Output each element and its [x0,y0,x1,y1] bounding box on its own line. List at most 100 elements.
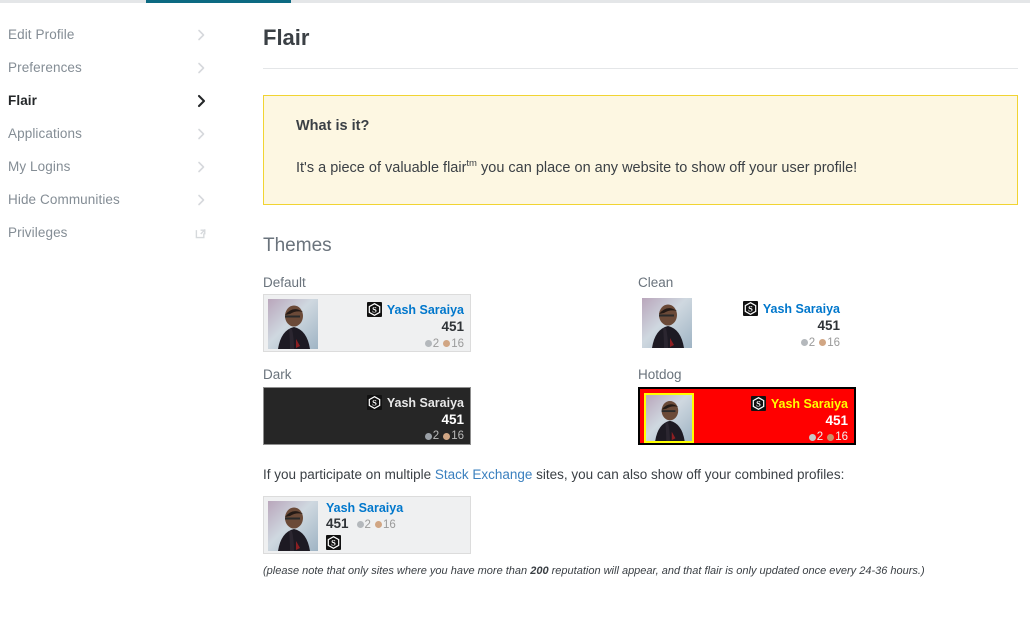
stack-exchange-icon: S [750,396,766,412]
flair-info: S Yash Saraiya 451 2 16 [692,294,846,352]
avatar [268,299,318,350]
bronze-badge-count: 16 [451,337,464,350]
flair-widget-hotdog[interactable]: S Yash Saraiya 451 2 16 [638,387,856,446]
sidebar-item-my-logins[interactable]: My Logins [0,150,222,183]
settings-sidebar: Edit Profile Preferences Flair Applicati… [0,18,222,249]
themes-heading: Themes [263,234,332,256]
flair-widget-combined[interactable]: Yash Saraiya 451 2 16 S [263,495,471,554]
external-link-icon [195,226,208,239]
flair-reputation: 451 [326,515,349,531]
flair-badges: 2 16 [318,338,464,350]
notice-text: It's a piece of valuable flairtm you can… [296,158,985,177]
theme-label: Clean [638,274,674,290]
silver-badge-icon [356,521,364,529]
flair-widget-clean[interactable]: S Yash Saraiya 451 2 16 [638,294,846,353]
silver-badge-icon [808,433,816,441]
theme-default: Default S Yash Saraiya 451 2 16 [263,275,638,353]
stack-exchange-icon: S [742,301,758,317]
sidebar-item-label: Hide Communities [8,192,120,207]
themes-grid: Default S Yash Saraiya 451 2 16 Clean S … [263,274,1020,446]
bronze-badge-count: 16 [827,336,840,349]
chevron-right-icon [194,28,208,42]
sidebar-item-applications[interactable]: Applications [0,117,222,150]
themes-row: Dark S Yash Saraiya 451 2 16 Hotdog S Ya… [263,367,1020,446]
svg-text:S: S [372,305,377,315]
bronze-badge-count: 16 [451,430,464,443]
theme-dark: Dark S Yash Saraiya 451 2 16 [263,368,638,446]
sidebar-item-label: My Logins [8,159,71,174]
flair-badges: 2 16 [694,431,848,443]
silver-badge-icon [800,339,808,347]
avatar [268,500,318,551]
silver-badge-count: 2 [432,337,440,350]
flair-reputation: 451 [825,413,848,429]
chevron-right-icon [194,94,208,108]
bronze-badge-icon [374,521,382,529]
silver-badge-count: 2 [364,518,371,531]
silver-badge-count: 2 [808,336,816,349]
silver-badge-group: 2 [800,336,816,349]
flair-name-line: S Yash Saraiya [692,301,840,317]
flair-username: Yash Saraiya [326,500,404,515]
stack-exchange-icon[interactable]: S [326,534,341,550]
flair-name-line: S Yash Saraiya [694,396,848,412]
bronze-badge-group: 16 [819,337,840,349]
flair-username: Yash Saraiya [386,302,464,317]
bronze-badge-group: 16 [443,430,464,442]
sidebar-item-hide-communities[interactable]: Hide Communities [0,183,222,216]
svg-text:S: S [331,537,336,547]
footnote-before: (please note that only sites where you h… [263,564,531,577]
sidebar-item-flair[interactable]: Flair [0,84,222,117]
footnote-bold: 200 [530,564,549,577]
chevron-right-icon [194,193,208,207]
title-divider [263,68,1018,70]
sidebar-item-label: Privileges [8,225,68,240]
avatar [642,298,692,349]
footnote-after: reputation will appear, and that flair i… [548,564,925,577]
stack-exchange-link[interactable]: Stack Exchange [435,467,533,482]
bronze-badge-group: 16 [827,431,848,443]
sidebar-item-label: Applications [8,126,82,141]
flair-reputation: 451 [441,412,464,428]
sidebar-item-privileges[interactable]: Privileges [0,216,222,249]
flair-info: S Yash Saraiya 451 2 16 [318,388,470,444]
notice-text-before: It's a piece of valuable flair [296,160,467,177]
svg-text:S: S [756,399,761,409]
combined-sites-row: S [326,534,403,553]
flair-info: S Yash Saraiya 451 2 16 [694,389,854,443]
sidebar-item-label: Flair [8,93,38,108]
theme-label: Hotdog [638,367,682,383]
flair-username: Yash Saraiya [762,301,840,316]
sidebar-item-edit-profile[interactable]: Edit Profile [0,18,222,51]
themes-row: Default S Yash Saraiya 451 2 16 Clean S … [263,274,1020,353]
bronze-badge-group: 16 [374,518,396,531]
silver-badge-icon [424,432,432,440]
silver-badge-count: 2 [432,430,440,443]
sidebar-item-label: Edit Profile [8,27,75,42]
notice-text-after: you can place on any website to show off… [476,160,858,177]
sidebar-item-label: Preferences [8,60,82,75]
silver-badge-group: 2 [356,518,371,531]
flair-reputation: 451 [817,318,840,334]
combined-intro: If you participate on multiple Stack Exc… [263,467,1020,482]
flair-name-line: S Yash Saraiya [318,395,464,411]
bronze-badge-count: 16 [382,518,396,531]
silver-badge-count: 2 [816,431,824,444]
flair-badges: 2 16 [692,337,840,349]
silver-badge-icon [424,340,432,348]
flair-reputation: 451 [441,319,464,335]
flair-settings-page: Edit Profile Preferences Flair Applicati… [0,0,1030,624]
silver-badge-group: 2 [424,430,440,443]
sidebar-item-preferences[interactable]: Preferences [0,51,222,84]
flair-username: Yash Saraiya [386,395,464,410]
silver-badge-group: 2 [808,431,824,444]
flair-username: Yash Saraiya [770,396,848,411]
flair-badges: 2 16 [318,430,464,442]
flair-widget-default[interactable]: S Yash Saraiya 451 2 16 [263,294,471,353]
flair-badges: 2 16 [356,518,396,531]
combined-stats-row: 451 2 16 [326,516,403,532]
combined-intro-after: sites, you can also show off your combin… [532,467,845,483]
flair-widget-dark[interactable]: S Yash Saraiya 451 2 16 [263,387,471,446]
notice-superscript: tm [466,158,477,170]
bronze-badge-icon [443,432,451,440]
